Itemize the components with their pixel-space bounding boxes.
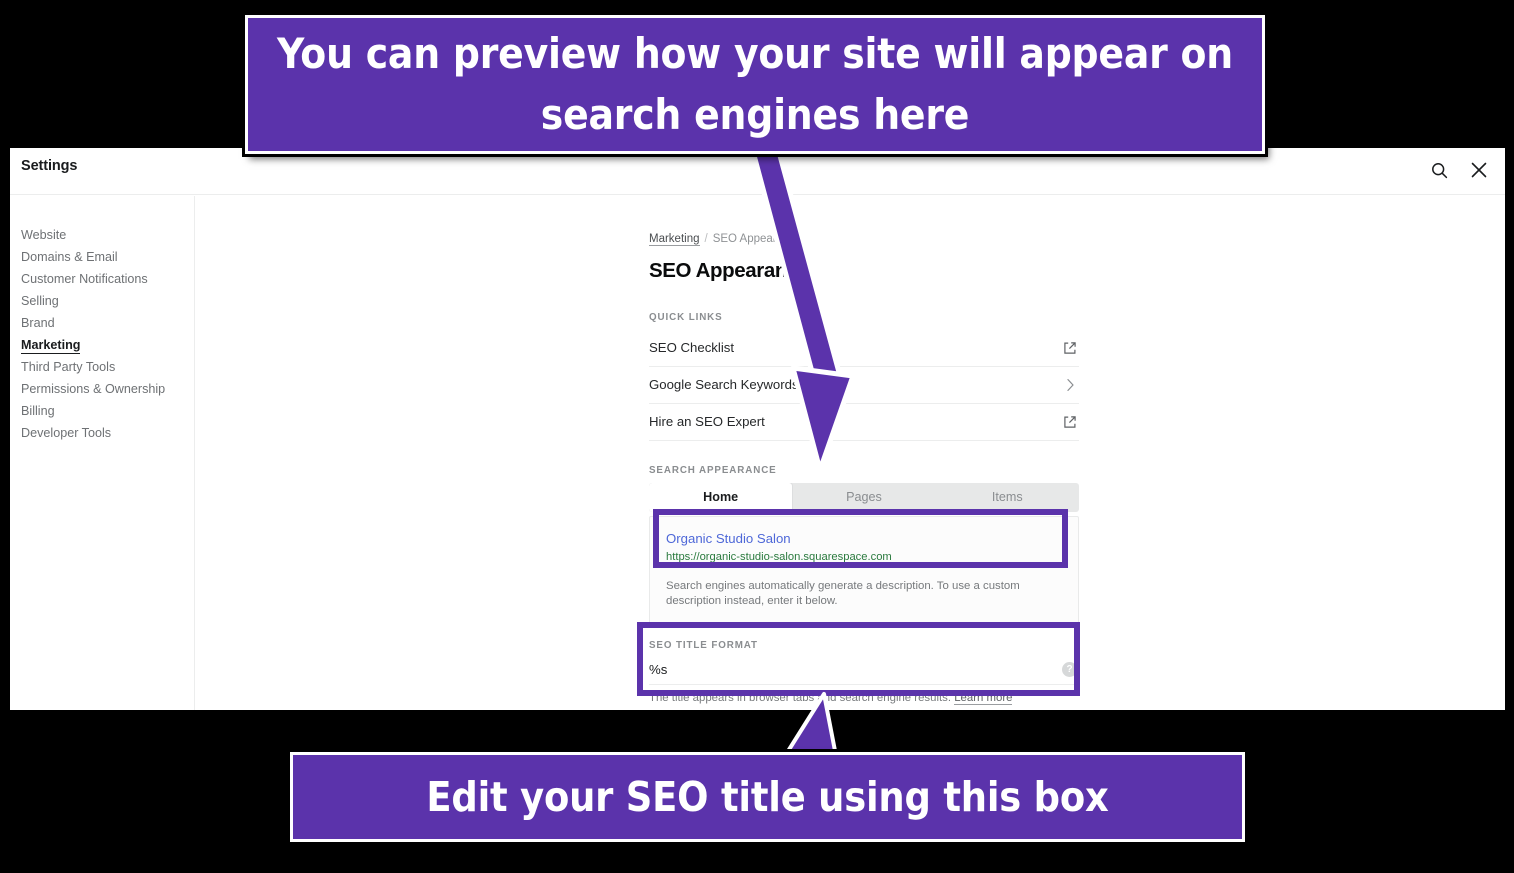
- quick-link-label: SEO Checklist: [649, 340, 735, 356]
- question-mark-icon[interactable]: ?: [1062, 662, 1077, 678]
- search-appearance-label: Search Appearance: [649, 464, 777, 476]
- window-title: Settings: [21, 158, 78, 174]
- callout-banner-bottom: Edit your SEO title using this box: [290, 752, 1245, 842]
- external-link-icon: [1061, 413, 1079, 431]
- sidebar-item-selling[interactable]: Selling: [10, 290, 194, 312]
- external-link-icon: [1061, 339, 1079, 357]
- breadcrumb-current: SEO Appearance: [712, 233, 802, 245]
- callout-banner-top: You can preview how your site will appea…: [245, 15, 1265, 154]
- quick-link-label: Google Search Keywords: [649, 377, 799, 393]
- sidebar-item-label: Developer Tools: [21, 426, 112, 440]
- sidebar-item-label: Customer Notifications: [21, 272, 148, 286]
- quick-links-section: Quick Links SEO Checklist Google Search …: [649, 312, 1079, 441]
- search-preview-card: Organic Studio Salon https://organic-stu…: [649, 515, 1079, 628]
- seo-title-format-input-row: %s ?: [649, 662, 1079, 678]
- window-header: Settings: [10, 148, 1505, 195]
- seo-title-format-label: SEO Title Format: [649, 640, 758, 652]
- sidebar-item-label: Marketing: [21, 338, 81, 354]
- chevron-right-icon: [1061, 376, 1079, 394]
- search-icon[interactable]: [1423, 154, 1455, 186]
- sidebar-item-developer-tools[interactable]: Developer Tools: [10, 422, 194, 444]
- page-title: SEO Appearance: [649, 258, 809, 282]
- seo-title-format-help-text: The title appears in browser tabs and se…: [649, 692, 1079, 706]
- search-preview-description: Search engines automatically generate a …: [666, 579, 1020, 608]
- sidebar-item-marketing[interactable]: Marketing: [10, 334, 194, 356]
- sidebar-item-label: Permissions & Ownership: [21, 382, 166, 396]
- sidebar-item-third-party-tools[interactable]: Third Party Tools: [10, 356, 194, 378]
- sidebar-item-permissions-ownership[interactable]: Permissions & Ownership: [10, 378, 194, 400]
- settings-main-content: Marketing / SEO Appearance SEO Appearance …: [196, 196, 1505, 710]
- settings-window: Settings Website Domains & Email Custome…: [10, 148, 1505, 710]
- sidebar-item-label: Brand: [21, 316, 55, 330]
- tab-pages[interactable]: Pages: [792, 483, 935, 512]
- search-appearance-section: Search Appearance Home Pages Items Organ…: [649, 464, 1079, 706]
- seo-appearance-panel: Marketing / SEO Appearance SEO Appearance …: [649, 233, 1079, 706]
- breadcrumb-separator: /: [704, 233, 708, 245]
- search-preview-url: https://organic-studio-salon.squarespace…: [666, 550, 892, 563]
- breadcrumb: Marketing / SEO Appearance: [649, 233, 1079, 246]
- sidebar-item-label: Website: [21, 228, 67, 242]
- tab-home[interactable]: Home: [649, 482, 793, 512]
- learn-more-link[interactable]: Learn more: [954, 692, 1013, 706]
- seo-title-format-input[interactable]: %s: [649, 662, 667, 677]
- seo-title-help-sentence: The title appears in browser tabs and se…: [649, 692, 952, 705]
- tab-items[interactable]: Items: [936, 483, 1079, 512]
- close-icon[interactable]: [1463, 154, 1495, 186]
- sidebar-item-brand[interactable]: Brand: [10, 312, 194, 334]
- quick-link-google-search-keywords[interactable]: Google Search Keywords: [649, 367, 1079, 404]
- quick-link-hire-an-seo-expert[interactable]: Hire an SEO Expert: [649, 404, 1079, 441]
- sidebar-item-label: Domains & Email: [21, 250, 118, 264]
- sidebar-item-billing[interactable]: Billing: [10, 400, 194, 422]
- search-preview-title[interactable]: Organic Studio Salon: [666, 531, 1062, 546]
- settings-sidebar: Website Domains & Email Customer Notific…: [10, 196, 195, 710]
- breadcrumb-parent[interactable]: Marketing: [649, 233, 700, 246]
- sidebar-item-customer-notifications[interactable]: Customer Notifications: [10, 268, 194, 290]
- sidebar-item-website[interactable]: Website: [10, 224, 194, 246]
- sidebar-item-label: Selling: [21, 294, 59, 308]
- search-appearance-tabs: Home Pages Items: [649, 482, 1079, 512]
- sidebar-item-label: Third Party Tools: [21, 360, 116, 374]
- quick-link-seo-checklist[interactable]: SEO Checklist: [649, 330, 1079, 367]
- quick-link-label: Hire an SEO Expert: [649, 414, 765, 430]
- quick-links-label: Quick Links: [649, 311, 723, 323]
- sidebar-item-label: Billing: [21, 404, 55, 418]
- seo-title-format-field: SEO Title Format %s ?: [649, 640, 1079, 686]
- sidebar-item-domains-email[interactable]: Domains & Email: [10, 246, 194, 268]
